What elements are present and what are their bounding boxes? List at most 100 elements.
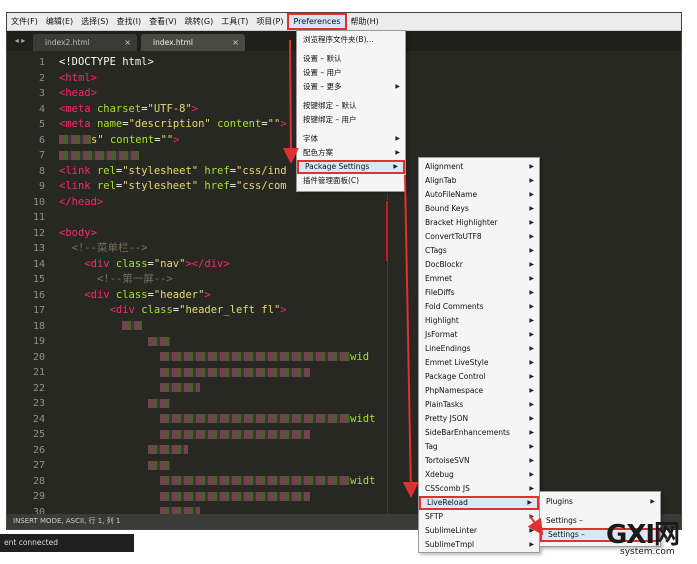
preferences-menu-item[interactable]: 插件管理面板(C) <box>297 174 405 188</box>
menu-8[interactable]: Preferences <box>287 13 347 30</box>
package-settings-item[interactable]: Package Control ▶ <box>419 370 539 384</box>
code-line: 15 <!--第一屏--> <box>7 272 681 288</box>
code-line: 22 <box>7 381 681 397</box>
preferences-menu-item[interactable]: 配色方案 ▶ <box>297 146 405 160</box>
preferences-menu-item[interactable]: 字体 ▶ <box>297 132 405 146</box>
menu-item-label: 插件管理面板(C) <box>303 176 360 185</box>
package-settings-item[interactable]: Bracket Highlighter ▶ <box>419 216 539 230</box>
code-text <box>59 319 143 335</box>
code-text: widt <box>59 412 375 428</box>
tab-index2[interactable]: index2.html × <box>33 34 137 51</box>
menu-4[interactable]: 查看(V) <box>145 13 181 31</box>
package-settings-item[interactable]: ConvertToUTF8 ▶ <box>419 230 539 244</box>
submenu-arrow-icon: ▶ <box>529 275 534 282</box>
package-settings-item[interactable]: Fold Comments ▶ <box>419 300 539 314</box>
package-settings-item[interactable]: Pretty JSON ▶ <box>419 412 539 426</box>
menu-item-label: 按键绑定 – 用户 <box>303 115 357 124</box>
package-settings-item[interactable]: LiveReload ▶ <box>419 496 539 510</box>
package-settings-item[interactable]: Xdebug ▶ <box>419 468 539 482</box>
redacted-text <box>147 460 170 470</box>
submenu-arrow-icon: ▶ <box>529 219 534 226</box>
code-line: 16 <div class="header"> <box>7 288 681 304</box>
package-settings-item[interactable]: CSScomb JS ▶ <box>419 482 539 496</box>
close-icon[interactable]: × <box>232 34 239 51</box>
submenu-arrow-icon: ▶ <box>395 149 400 156</box>
code-token: "" <box>267 118 281 130</box>
menu-5[interactable]: 跳转(G) <box>181 13 217 31</box>
menu-item-label: Emmet <box>425 274 452 283</box>
tab-index[interactable]: index.html × <box>141 34 245 51</box>
close-icon[interactable]: × <box>124 34 131 51</box>
line-number: 21 <box>33 367 46 378</box>
package-settings-item[interactable]: LineEndings ▶ <box>419 342 539 356</box>
code-text: <body> <box>59 226 97 242</box>
package-settings-item[interactable]: Bound Keys ▶ <box>419 202 539 216</box>
menu-6[interactable]: 工具(T) <box>217 13 252 31</box>
line-number: 15 <box>33 274 46 285</box>
line-number: 29 <box>33 491 46 502</box>
line-number: 1 <box>38 57 45 68</box>
code-text: <meta charset="UTF-8"> <box>59 102 198 118</box>
package-settings-item[interactable]: TortoiseSVN ▶ <box>419 454 539 468</box>
package-settings-item[interactable]: DocBlockr ▶ <box>419 258 539 272</box>
package-settings-item[interactable]: SFTP ▶ <box>419 510 539 524</box>
preferences-menu-item[interactable]: 浏览程序文件夹(B)... <box>297 33 405 47</box>
package-settings-item[interactable]: SideBarEnhancements ▶ <box>419 426 539 440</box>
package-settings-item[interactable]: AlignTab ▶ <box>419 174 539 188</box>
menu-item-label: JsFormat <box>425 330 458 339</box>
package-settings-item[interactable]: CTags ▶ <box>419 244 539 258</box>
redacted-text <box>59 135 91 144</box>
code-line: 23 <box>7 396 681 412</box>
submenu-arrow-icon: ▶ <box>529 261 534 268</box>
line-number: 24 <box>33 413 46 425</box>
package-settings-item[interactable]: Emmet ▶ <box>419 272 539 286</box>
menu-item-label: SublimeTmpl <box>425 540 475 549</box>
package-settings-item[interactable]: Tag ▶ <box>419 440 539 454</box>
line-number: 4 <box>38 103 45 115</box>
package-settings-item[interactable]: AutoFileName ▶ <box>419 188 539 202</box>
package-settings-item[interactable]: Highlight ▶ <box>419 314 539 328</box>
preferences-menu-item[interactable]: 按键绑定 – 用户 <box>297 113 405 127</box>
menu-1[interactable]: 编辑(E) <box>42 13 77 31</box>
menu-9[interactable]: 帮助(H) <box>347 13 383 31</box>
package-settings-item[interactable]: FileDiffs ▶ <box>419 286 539 300</box>
submenu-arrow-icon: ▶ <box>529 513 534 520</box>
code-line: 26 <box>7 443 681 459</box>
preferences-menu-item[interactable]: 按键绑定 – 默认 <box>297 99 405 113</box>
submenu-arrow-icon: ▶ <box>529 387 534 394</box>
menu-7[interactable]: 项目(P) <box>252 13 287 31</box>
tab-nav-arrows[interactable]: ◂ ▸ <box>7 31 33 51</box>
redacted-text <box>59 150 139 160</box>
package-settings-item[interactable]: SublimeLinter ▶ <box>419 524 539 538</box>
package-settings-item[interactable]: Emmet LiveStyle ▶ <box>419 356 539 370</box>
preferences-menu-item[interactable]: 设置 – 更多 ▶ <box>297 80 405 94</box>
watermark-sub: system.com <box>620 547 675 557</box>
code-text <box>59 148 139 164</box>
line-number: 19 <box>33 336 46 347</box>
package-settings-item[interactable]: SublimeTmpl ▶ <box>419 538 539 552</box>
menu-item-label: 设置 – 默认 <box>303 54 342 63</box>
package-settings-item[interactable]: Alignment ▶ <box>419 160 539 174</box>
package-settings-item[interactable]: JsFormat ▶ <box>419 328 539 342</box>
menu-0[interactable]: 文件(F) <box>7 13 42 31</box>
livereload-item[interactable]: Plugins ▶ <box>540 495 660 509</box>
preferences-menu-item[interactable]: 设置 – 默认 <box>297 52 405 66</box>
menu-3[interactable]: 查找(I) <box>112 13 145 31</box>
package-settings-item[interactable]: PlainTasks ▶ <box>419 398 539 412</box>
line-number: 9 <box>38 181 45 192</box>
code-text: <div class="header"> <box>59 288 210 304</box>
menu-item-label: SublimeLinter <box>425 526 478 535</box>
line-number: 25 <box>33 429 46 440</box>
package-settings-item[interactable]: PhpNamespace ▶ <box>419 384 539 398</box>
code-text: <!--菜单栏--> <box>59 241 148 257</box>
menu-2[interactable]: 选择(S) <box>77 13 112 31</box>
preferences-menu-item[interactable]: Package Settings ▶ <box>297 160 405 174</box>
code-line: 12 <body> <box>7 226 681 242</box>
preferences-menu-item[interactable]: 设置 – 用户 <box>297 66 405 80</box>
line-number: 28 <box>33 475 46 487</box>
